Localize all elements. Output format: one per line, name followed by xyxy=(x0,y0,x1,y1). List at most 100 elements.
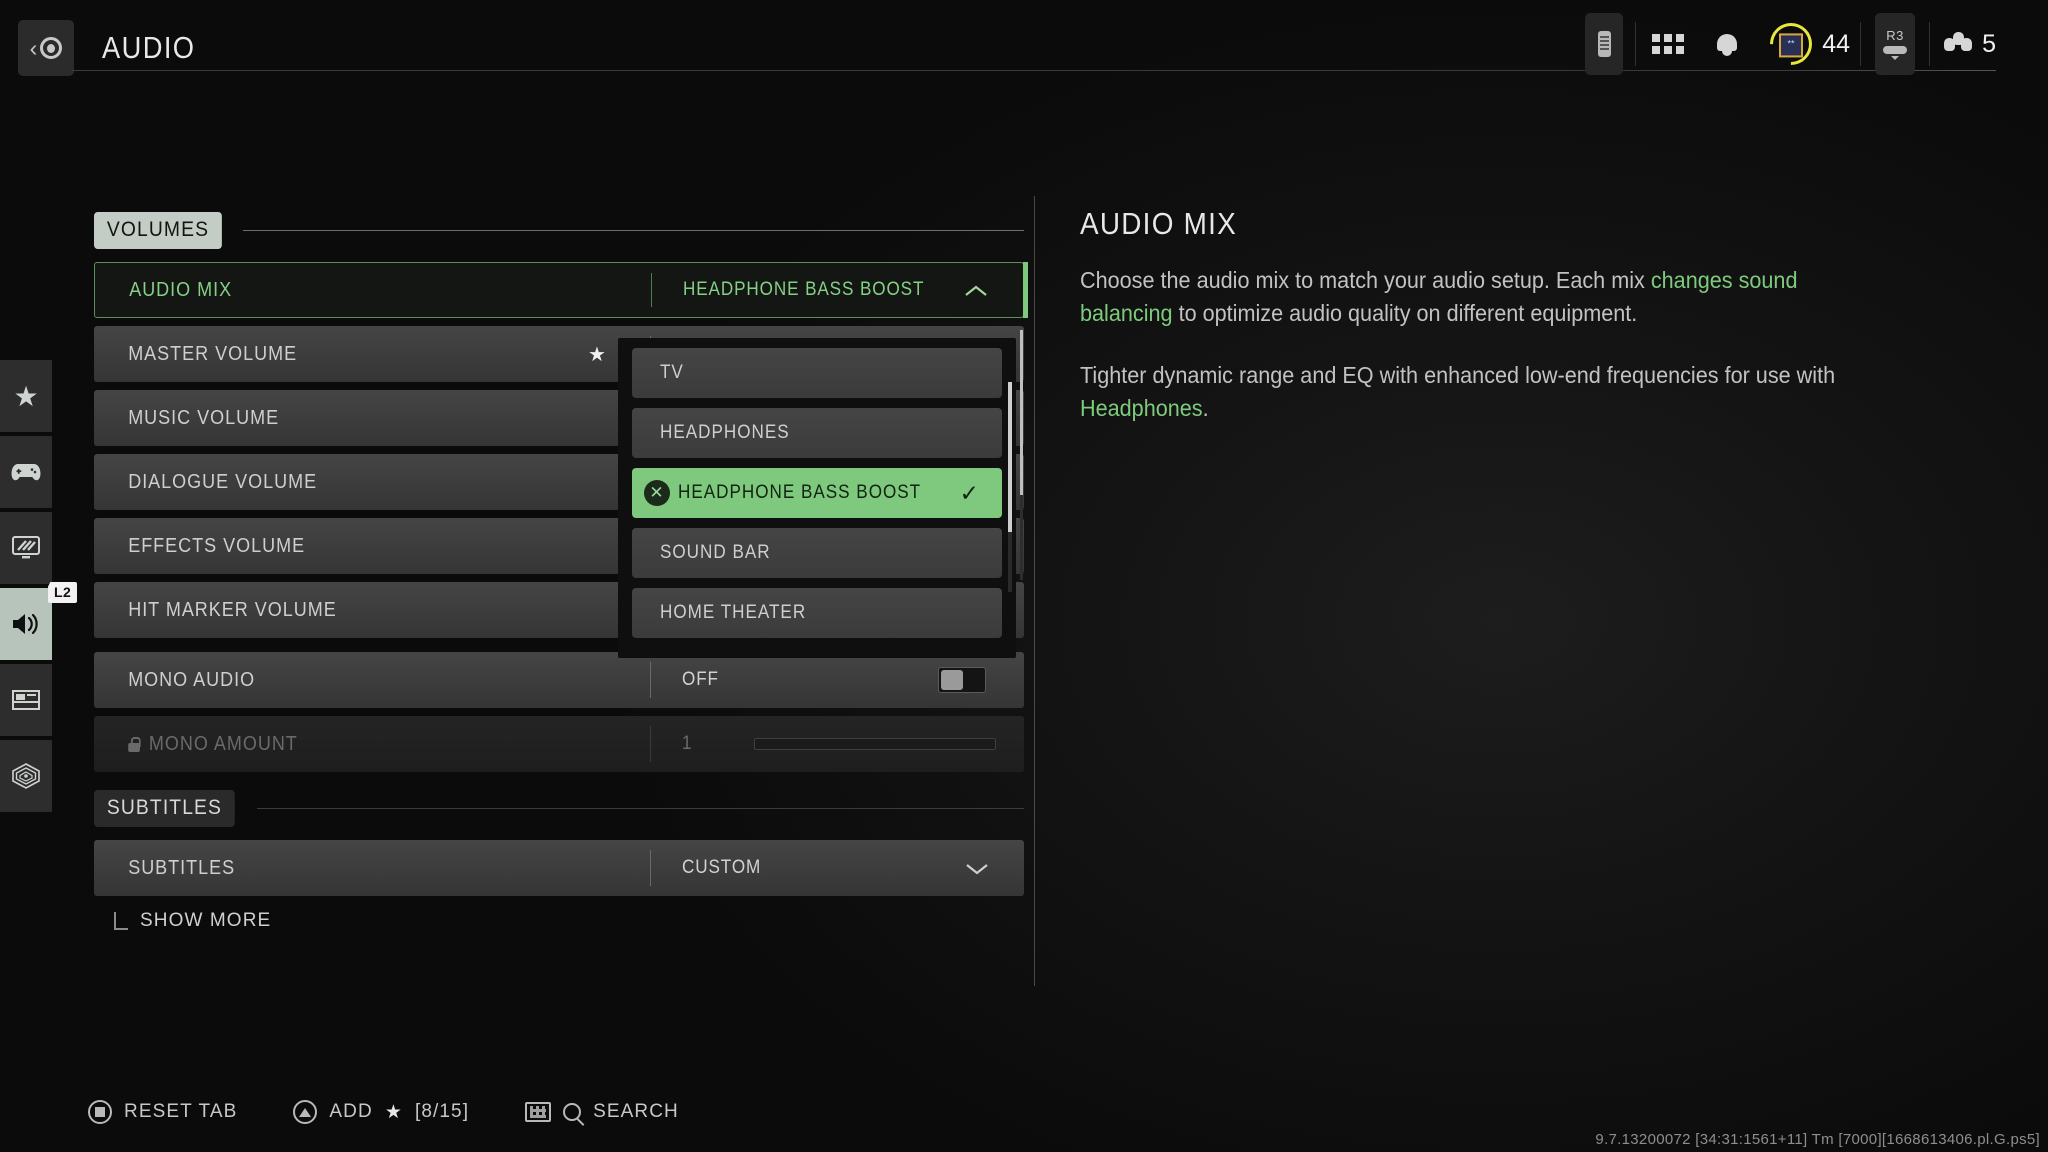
rank-stars: ** xyxy=(1787,38,1795,49)
show-more-button[interactable]: SHOW MORE xyxy=(94,910,1024,932)
sidebar-item-telemetry[interactable] xyxy=(0,740,52,812)
settings-screen: ‹ AUDIO ** 44 R3 5 ★ L2 VOLUMES AUDIO MI… xyxy=(0,0,2048,1152)
setting-row-mono-amount: MONO AMOUNT 1 xyxy=(94,716,1024,772)
info-p2-highlight: Headphones xyxy=(1080,394,1203,421)
audio-mix-dropdown: TV HEADPHONES ✕ HEADPHONE BASS BOOST ✓ S… xyxy=(618,338,1016,658)
header-separator xyxy=(1860,22,1862,66)
chevron-up-icon[interactable] xyxy=(965,284,987,296)
search-icon xyxy=(563,1103,582,1121)
row-label: DIALOGUE VOLUME xyxy=(128,470,318,493)
sidebar-item-controller[interactable] xyxy=(0,436,52,508)
info-title: AUDIO MIX xyxy=(1080,206,1238,241)
dropdown-option-headphones[interactable]: HEADPHONES xyxy=(632,408,1002,458)
row-value: HEADPHONE BASS BOOST xyxy=(683,279,925,300)
reset-tab-label: RESET TAB xyxy=(124,1101,238,1122)
dropdown-option-label: HEADPHONE BASS BOOST xyxy=(678,482,922,503)
row-label: AUDIO MIX xyxy=(129,278,233,301)
info-p1-part-b: to optimize audio quality on different e… xyxy=(1172,299,1638,326)
info-p1-part-a: Choose the audio mix to match your audio… xyxy=(1080,267,1651,293)
panel-divider xyxy=(1034,196,1035,986)
section-volumes-header: VOLUMES xyxy=(94,211,1024,249)
party-count: 5 xyxy=(1982,29,1996,58)
row-label: MASTER VOLUME xyxy=(128,342,298,365)
dropdown-scrollbar-thumb[interactable] xyxy=(1008,382,1012,532)
stick-tick-icon xyxy=(1891,56,1900,60)
row-divider xyxy=(651,273,652,307)
footer-hints: RESET TAB ADD ★ [8/15] SEARCH xyxy=(88,1100,679,1124)
apps-grid-icon[interactable] xyxy=(1652,34,1685,54)
setting-row-subtitles[interactable]: SUBTITLES CUSTOM xyxy=(94,840,1024,896)
x-circle-icon[interactable]: ✕ xyxy=(644,480,670,506)
search-button[interactable]: SEARCH xyxy=(525,1101,679,1123)
rank-level: 44 xyxy=(1822,29,1851,58)
section-rule xyxy=(257,807,1024,809)
section-title: VOLUMES xyxy=(94,211,222,249)
party-icon xyxy=(1944,32,1973,56)
lock-icon xyxy=(128,736,141,752)
row-label: MONO AUDIO xyxy=(128,668,256,691)
sidebar-item-graphics[interactable] xyxy=(0,512,52,584)
setting-row-audio-mix[interactable]: AUDIO MIX HEADPHONE BASS BOOST xyxy=(94,262,1028,318)
row-divider xyxy=(650,850,651,886)
page-title: AUDIO xyxy=(102,30,196,65)
row-label: HIT MARKER VOLUME xyxy=(128,598,337,621)
chevron-left-icon: ‹ xyxy=(29,34,38,61)
gamepad-icon xyxy=(11,464,41,481)
sidebar-item-audio[interactable]: L2 xyxy=(0,582,78,660)
row-divider xyxy=(650,662,651,698)
dropdown-option-headphone-bass-boost[interactable]: ✕ HEADPHONE BASS BOOST ✓ xyxy=(632,468,1002,518)
row-label: SUBTITLES xyxy=(128,856,236,879)
speaker-icon xyxy=(13,613,38,635)
square-button-icon xyxy=(88,1100,112,1124)
monitor-icon xyxy=(12,536,40,559)
mono-amount-slider xyxy=(754,737,996,751)
reset-tab-button[interactable]: RESET TAB xyxy=(88,1100,237,1124)
star-icon: ★ xyxy=(13,380,39,412)
row-label: MUSIC VOLUME xyxy=(128,406,280,429)
dropdown-option-tv[interactable]: TV xyxy=(632,348,1002,398)
dropdown-option-sound-bar[interactable]: SOUND BAR xyxy=(632,528,1002,578)
triangle-button-icon xyxy=(293,1100,318,1124)
battery-icon[interactable] xyxy=(1585,13,1624,75)
sidebar-item-favorites[interactable]: ★ xyxy=(0,360,52,432)
section-rule xyxy=(243,229,1024,231)
row-divider xyxy=(650,726,651,762)
party-indicator[interactable]: 5 xyxy=(1944,30,1996,59)
search-label: SEARCH xyxy=(593,1101,679,1122)
row-label: EFFECTS VOLUME xyxy=(128,534,306,557)
row-value: CUSTOM xyxy=(682,857,762,878)
favorite-star-icon[interactable]: ★ xyxy=(588,342,606,367)
notification-bell-icon[interactable] xyxy=(1716,32,1738,56)
mono-audio-toggle[interactable] xyxy=(938,667,986,693)
info-p2-part-a: Tighter dynamic range and EQ with enhanc… xyxy=(1080,362,1836,389)
header-separator xyxy=(1635,22,1637,66)
stick-icon xyxy=(1883,46,1908,54)
add-favorite-button[interactable]: ADD ★ [8/15] xyxy=(293,1100,469,1124)
rank-badge[interactable]: ** 44 xyxy=(1761,14,1851,74)
rank-ring-icon: ** xyxy=(1761,14,1821,74)
info-p2-part-b: . xyxy=(1202,394,1209,421)
info-paragraph-2: Tighter dynamic range and EQ with enhanc… xyxy=(1080,359,1888,424)
show-more-label: SHOW MORE xyxy=(140,910,272,931)
setting-row-mono-audio[interactable]: MONO AUDIO OFF xyxy=(94,652,1024,708)
back-button[interactable]: ‹ xyxy=(18,20,74,76)
info-panel: AUDIO MIX Choose the audio mix to match … xyxy=(1080,206,1980,455)
dropdown-option-label: HOME THEATER xyxy=(660,602,807,623)
category-rail: ★ L2 xyxy=(0,360,78,816)
dropdown-option-home-theater[interactable]: HOME THEATER xyxy=(632,588,1002,638)
row-value: 1 xyxy=(682,733,693,754)
sidebar-item-interface[interactable] xyxy=(0,664,52,736)
add-count: [8/15] xyxy=(414,1101,470,1122)
section-title: SUBTITLES xyxy=(94,789,235,827)
r3-label: R3 xyxy=(1886,28,1904,43)
info-paragraph-1: Choose the audio mix to match your audio… xyxy=(1080,264,1888,329)
r3-button-hint[interactable]: R3 xyxy=(1875,13,1916,75)
list-scrollbar-thumb[interactable] xyxy=(1020,330,1023,495)
header-separator xyxy=(1929,22,1931,66)
check-icon: ✓ xyxy=(959,479,980,506)
star-icon: ★ xyxy=(384,1101,403,1123)
chevron-down-icon[interactable] xyxy=(966,862,988,875)
l2-shoulder-hint: L2 xyxy=(48,582,78,603)
ps-home-back-icon xyxy=(40,37,63,59)
header-status-cluster: ** 44 R3 5 xyxy=(1573,8,1996,80)
